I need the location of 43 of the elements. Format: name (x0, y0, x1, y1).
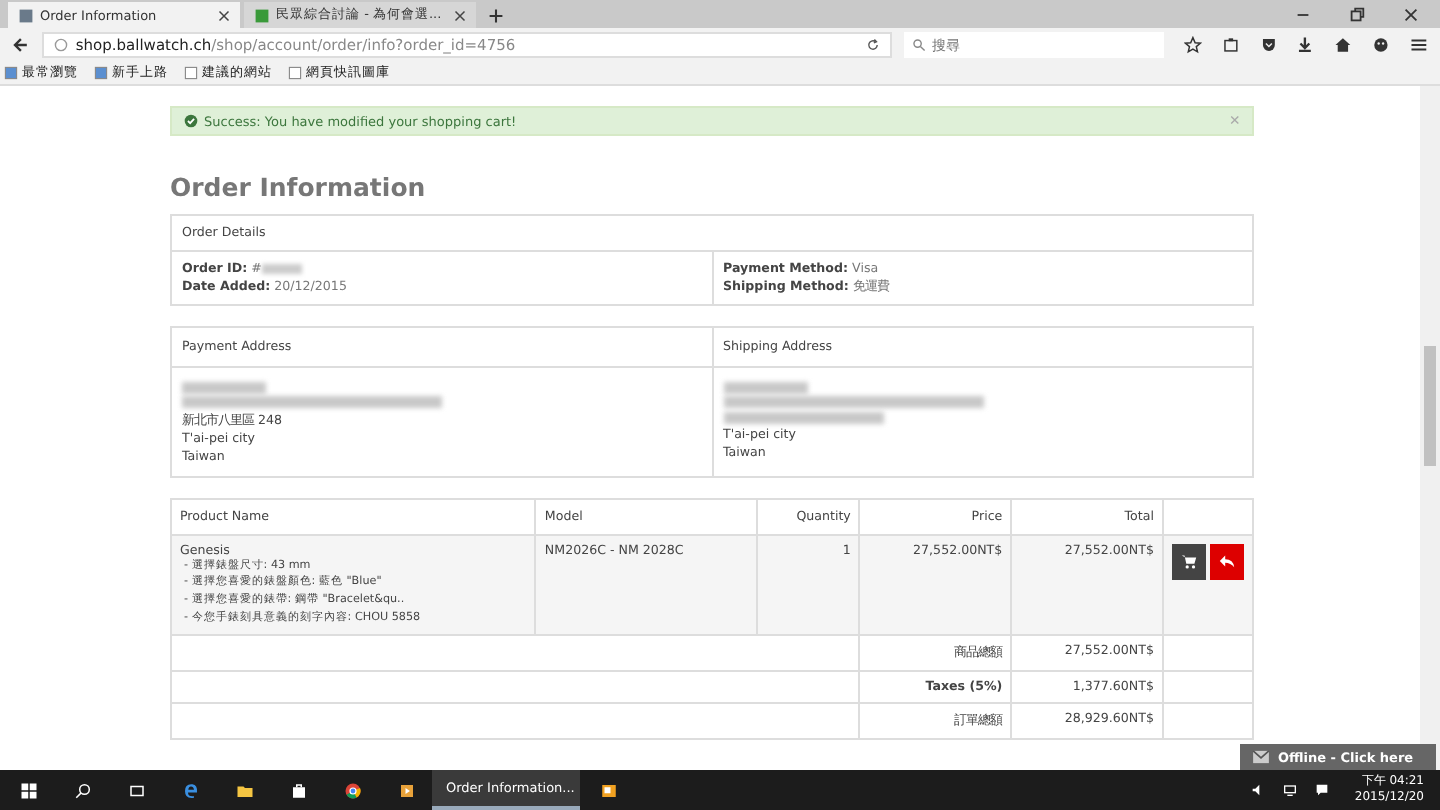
close-icon[interactable] (218, 9, 230, 21)
reorder-button[interactable] (1172, 543, 1206, 579)
cart-icon (1180, 552, 1198, 570)
page-icon (254, 7, 270, 23)
media-player-icon[interactable] (398, 781, 416, 799)
task-view-icon[interactable] (128, 781, 146, 799)
new-tab-icon[interactable] (488, 8, 504, 24)
download-icon[interactable] (1296, 36, 1315, 54)
bookmark-icon (4, 66, 18, 80)
redacted-text (182, 381, 266, 393)
back-icon[interactable] (12, 36, 30, 54)
notification-icon[interactable] (1314, 782, 1331, 798)
close-icon[interactable] (454, 9, 466, 21)
check-circle-icon (184, 114, 198, 128)
undo-icon (1218, 552, 1236, 570)
reload-icon[interactable] (865, 38, 880, 52)
smiley-icon[interactable] (1372, 36, 1391, 54)
clipboard-icon[interactable] (1221, 36, 1240, 54)
scrollbar[interactable] (1420, 86, 1440, 770)
chrome-icon[interactable] (344, 781, 362, 799)
menu-icon[interactable] (1410, 36, 1428, 54)
page-heading: Order Information (170, 172, 428, 202)
windows-start-icon[interactable] (20, 781, 38, 799)
close-icon[interactable] (1402, 6, 1420, 24)
globe-icon (53, 38, 68, 52)
search-icon[interactable] (74, 781, 92, 799)
store-icon[interactable] (290, 781, 308, 799)
folder-icon[interactable] (236, 781, 254, 799)
edge-icon[interactable] (182, 781, 200, 799)
home-icon[interactable] (1334, 36, 1353, 54)
mail-icon (1252, 750, 1270, 764)
bookmark-icon (288, 66, 302, 80)
mail-app-icon[interactable] (600, 781, 618, 799)
star-icon[interactable] (1183, 36, 1202, 54)
network-icon[interactable] (1282, 782, 1299, 798)
page-icon (18, 7, 34, 23)
search-icon (911, 38, 926, 52)
bookmark-icon (184, 66, 198, 80)
pocket-icon[interactable] (1259, 36, 1277, 54)
redacted-text (723, 381, 807, 393)
return-button[interactable] (1210, 543, 1244, 579)
restore-icon[interactable] (1348, 6, 1366, 24)
bookmark-icon (94, 66, 108, 80)
